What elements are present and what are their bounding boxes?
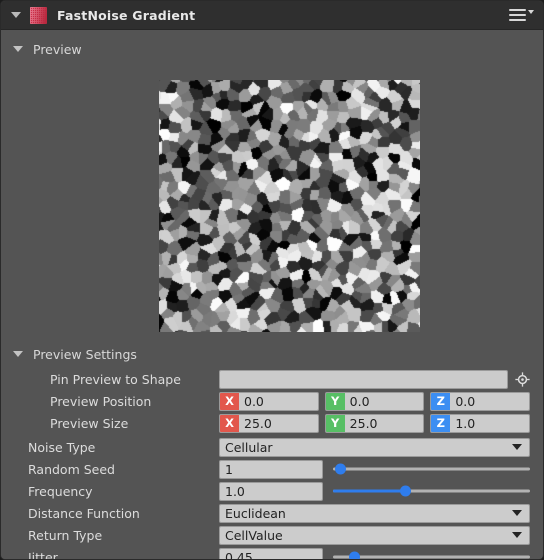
- preview-size-z-field[interactable]: Z 1.0: [430, 413, 531, 433]
- preview-size-x-field[interactable]: X 25.0: [219, 413, 319, 433]
- preview-settings-header[interactable]: Preview Settings: [1, 343, 543, 365]
- random-seed-slider[interactable]: [333, 460, 530, 479]
- frequency-slider[interactable]: [333, 482, 530, 501]
- preview-size-x-value: 25.0: [244, 415, 272, 431]
- row-preview-position: Preview Position X 0.0 Y 0.0 Z 0.0: [1, 391, 543, 411]
- noise-type-dropdown[interactable]: Cellular: [219, 437, 530, 457]
- preview-position-x-field[interactable]: X 0.0: [219, 391, 319, 411]
- frequency-label: Frequency: [28, 483, 93, 499]
- preview-settings-section: Preview Settings Pin Preview to Shape Pr…: [1, 343, 543, 560]
- row-preview-size: Preview Size X 25.0 Y 25.0 Z 1.0: [1, 413, 543, 433]
- preview-position-vector: X 0.0 Y 0.0 Z 0.0: [219, 391, 531, 411]
- triangle-down-icon[interactable]: [13, 46, 23, 52]
- return-type-value: CellValue: [225, 527, 283, 543]
- axis-y-badge: Y: [325, 392, 345, 410]
- target-crosshair-icon[interactable]: [515, 371, 530, 387]
- chevron-down-icon[interactable]: [512, 532, 522, 538]
- preview-position-z-field[interactable]: Z 0.0: [430, 391, 531, 411]
- preview-position-y-field[interactable]: Y 0.0: [324, 391, 425, 411]
- row-random-seed: Random Seed 1: [1, 459, 543, 479]
- preview-size-y-value: 25.0: [349, 415, 378, 431]
- row-jitter: Jitter 0.45: [1, 547, 543, 560]
- preview-size-label: Preview Size: [50, 415, 129, 431]
- chevron-down-icon[interactable]: [512, 510, 522, 516]
- noise-preview-image: [159, 80, 420, 332]
- axis-x-badge: X: [220, 392, 239, 410]
- preview-section-header[interactable]: Preview: [1, 38, 543, 60]
- chevron-down-icon[interactable]: [528, 10, 534, 14]
- distance-function-dropdown[interactable]: Euclidean: [219, 503, 530, 523]
- axis-z-badge: Z: [431, 414, 451, 432]
- preview-position-label: Preview Position: [50, 393, 152, 409]
- noise-gradient-icon: [30, 6, 47, 24]
- triangle-down-icon[interactable]: [13, 351, 23, 357]
- row-pin-preview-to-shape: Pin Preview to Shape: [1, 369, 543, 389]
- distance-function-value: Euclidean: [225, 505, 286, 521]
- row-return-type: Return Type CellValue: [1, 525, 543, 545]
- titlebar: FastNoise Gradient: [1, 1, 543, 30]
- random-seed-label: Random Seed: [28, 461, 115, 477]
- preview-size-z-value: 1.0: [455, 415, 476, 431]
- preview-section: Preview: [1, 38, 543, 60]
- preview-settings-label: Preview Settings: [33, 346, 137, 362]
- return-type-dropdown[interactable]: CellValue: [219, 525, 530, 545]
- preview-size-vector: X 25.0 Y 25.0 Z 1.0: [219, 413, 531, 433]
- distance-function-label: Distance Function: [28, 505, 140, 521]
- frequency-input[interactable]: 1.0: [219, 481, 323, 501]
- slider-handle[interactable]: [335, 463, 347, 475]
- panel-title: FastNoise Gradient: [57, 7, 196, 23]
- panel-body: Preview Preview Settings Pin Preview to …: [1, 30, 543, 559]
- jitter-slider[interactable]: [333, 548, 530, 559]
- random-seed-input[interactable]: 1: [219, 459, 323, 479]
- noise-type-value: Cellular: [225, 439, 273, 455]
- pin-preview-input[interactable]: [219, 369, 508, 389]
- panel-menu-button[interactable]: [509, 9, 534, 21]
- preview-position-y-value: 0.0: [349, 393, 370, 409]
- slider-track: [333, 555, 530, 559]
- slider-handle[interactable]: [349, 551, 361, 559]
- row-frequency: Frequency 1.0: [1, 481, 543, 501]
- jitter-input[interactable]: 0.45: [219, 547, 323, 559]
- row-noise-type: Noise Type Cellular: [1, 437, 543, 457]
- preview-size-y-field[interactable]: Y 25.0: [324, 413, 425, 433]
- row-distance-function: Distance Function Euclidean: [1, 503, 543, 523]
- slider-track: [333, 467, 530, 471]
- axis-x-badge: X: [220, 414, 239, 432]
- pin-preview-label: Pin Preview to Shape: [50, 371, 181, 387]
- preview-position-z-value: 0.0: [455, 393, 476, 409]
- hamburger-menu-icon[interactable]: [509, 9, 526, 21]
- jitter-label: Jitter: [28, 549, 58, 560]
- chevron-down-icon[interactable]: [512, 444, 522, 450]
- axis-y-badge: Y: [325, 414, 345, 432]
- noise-type-label: Noise Type: [28, 439, 96, 455]
- slider-fill: [333, 489, 406, 493]
- fastnoise-gradient-panel: FastNoise Gradient Preview Preview Setti…: [0, 0, 544, 560]
- preview-position-x-value: 0.0: [244, 393, 264, 409]
- slider-handle[interactable]: [400, 485, 412, 497]
- panel-collapse-icon[interactable]: [11, 12, 21, 18]
- preview-section-label: Preview: [33, 41, 82, 57]
- axis-z-badge: Z: [431, 392, 451, 410]
- return-type-label: Return Type: [28, 527, 103, 543]
